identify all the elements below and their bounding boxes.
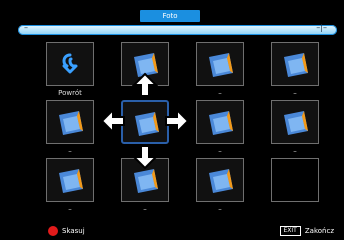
tile-label: –: [218, 205, 222, 213]
image-icon: [284, 111, 308, 135]
image-icon: [209, 111, 233, 135]
arrow-right-icon: [165, 108, 190, 134]
exit-key: EXIT: [279, 226, 301, 236]
tile-image-6[interactable]: –: [271, 100, 319, 155]
arrow-up-icon: [132, 72, 158, 97]
page-title: Foto: [140, 10, 200, 22]
tile-label: –: [143, 205, 147, 213]
tile-label: –: [68, 147, 72, 155]
tile-image-2[interactable]: –: [196, 42, 244, 97]
tile-image-5[interactable]: –: [196, 100, 244, 155]
image-icon: [59, 111, 83, 135]
image-icon: [284, 53, 308, 77]
path-bar: – –|–: [18, 23, 337, 35]
screen: Foto – –|– Powrót – – – – – – – – Skasuj…: [0, 0, 344, 240]
tile-image-3[interactable]: –: [271, 42, 319, 97]
tile-image-selected[interactable]: [121, 100, 169, 144]
tile-image-9[interactable]: –: [196, 158, 244, 213]
tile-label: –: [218, 89, 222, 97]
exit-action[interactable]: EXIT Zakończ: [279, 226, 334, 236]
tile-empty: [271, 158, 319, 202]
tile-label: –: [293, 89, 297, 97]
image-icon: [209, 53, 233, 77]
thumbnail-grid: Powrót – – – – – – – –: [44, 40, 324, 213]
arrow-left-icon: [100, 108, 125, 134]
tile-image-7[interactable]: –: [46, 158, 94, 213]
tile-back[interactable]: Powrót: [46, 42, 94, 97]
image-icon: [59, 169, 83, 193]
tile-label: –: [218, 147, 222, 155]
path-left: –: [24, 23, 28, 32]
tile-label: –: [293, 147, 297, 155]
red-button-icon: [48, 226, 58, 236]
arrow-down-icon: [132, 145, 158, 170]
image-icon: [135, 112, 159, 136]
tile-image-4[interactable]: –: [46, 100, 94, 155]
image-icon: [209, 169, 233, 193]
back-icon: [62, 53, 78, 74]
image-icon: [134, 169, 158, 193]
tile-label: Powrót: [58, 89, 82, 97]
path-right: –|–: [316, 23, 327, 32]
exit-label: Zakończ: [304, 227, 334, 235]
tile-label: –: [68, 205, 72, 213]
delete-action[interactable]: Skasuj: [48, 226, 85, 236]
delete-label: Skasuj: [62, 227, 85, 235]
